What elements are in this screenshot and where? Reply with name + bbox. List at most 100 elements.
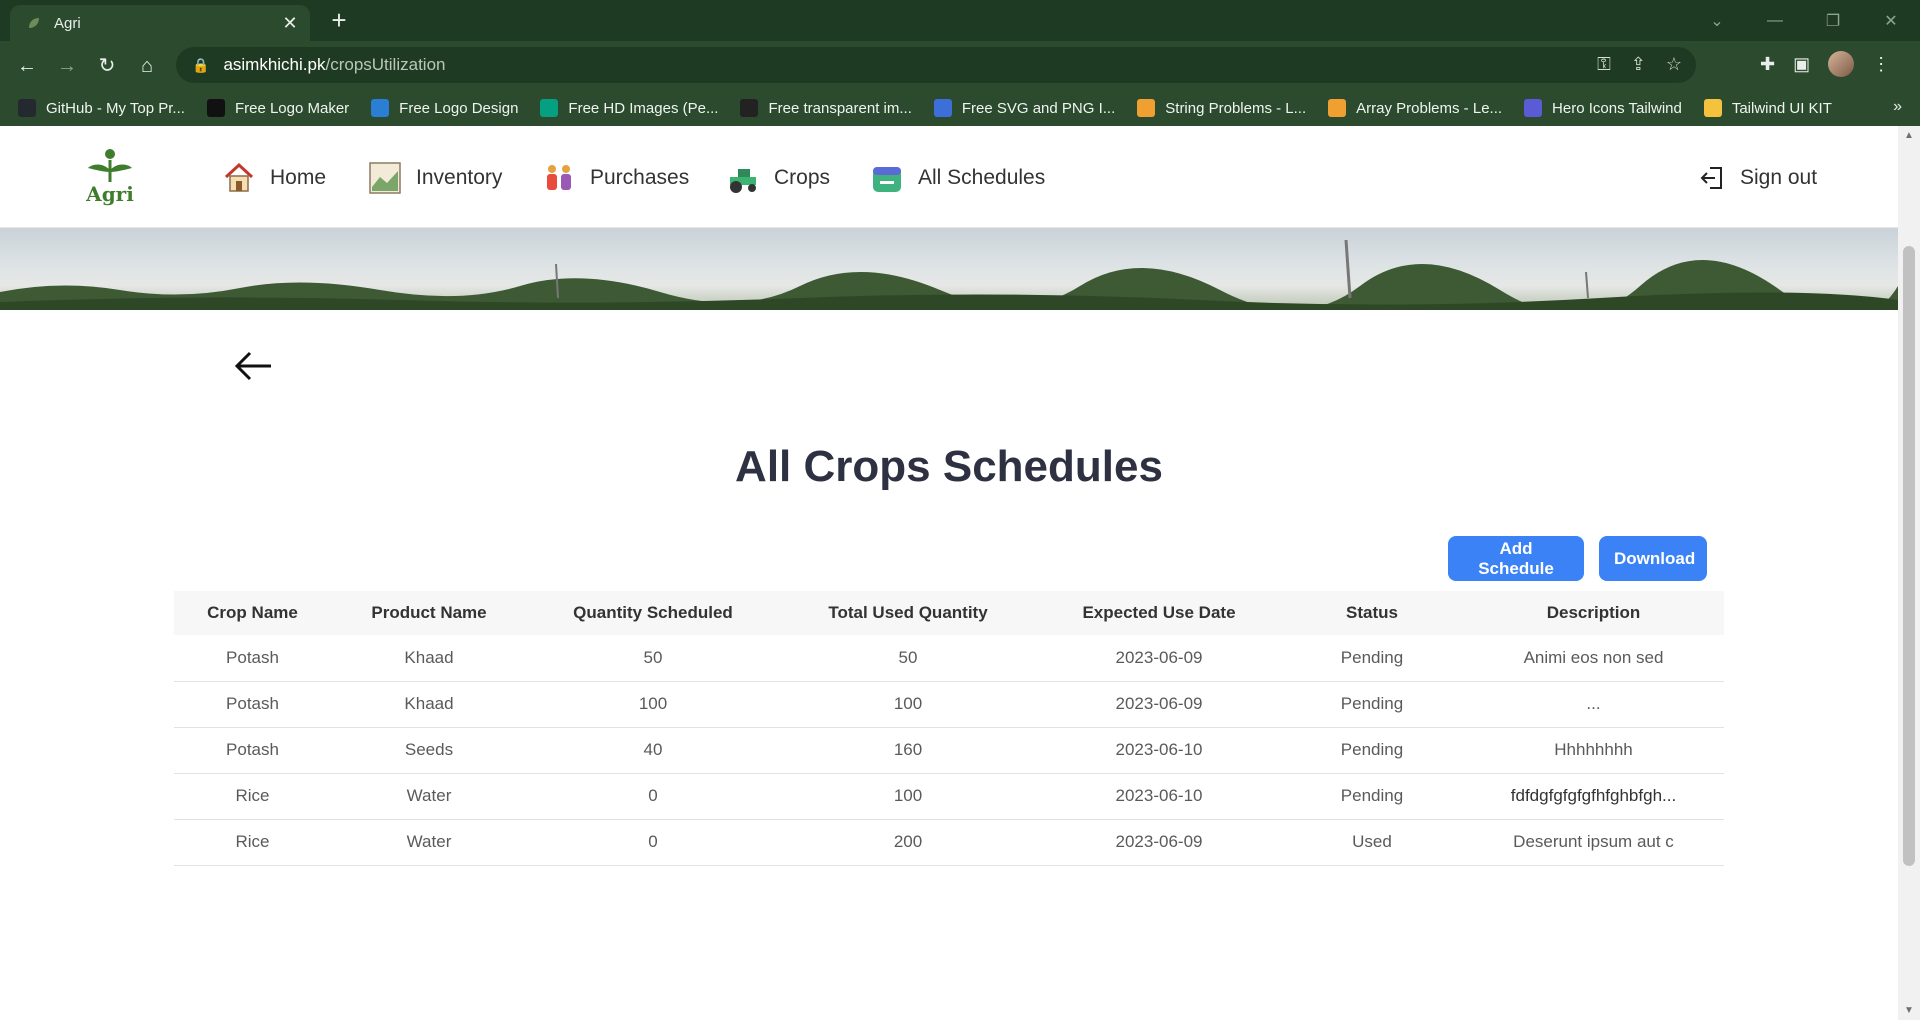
lock-icon[interactable]: 🔒: [192, 57, 209, 74]
add-schedule-button[interactable]: Add Schedule: [1448, 536, 1584, 581]
cell-total-used-quantity: 160: [779, 727, 1037, 774]
nav-home-label: Home: [270, 166, 327, 189]
omnibox-actions: ⚿ ⇪ ☆: [1597, 54, 1682, 75]
page-scrollbar[interactable]: ▲ ▼: [1898, 126, 1920, 1020]
bookmarks-bar: GitHub - My Top Pr... Free Logo Maker Fr…: [0, 90, 1920, 126]
bookmark-string-problems[interactable]: String Problems - L...: [1137, 99, 1306, 117]
cell-crop-name: Potash: [174, 727, 331, 774]
profile-avatar[interactable]: [1828, 51, 1855, 77]
download-button[interactable]: Download: [1599, 536, 1707, 581]
leetcode-icon: [1328, 99, 1347, 117]
cell-product-name: Water: [331, 819, 527, 866]
schedules-table: Crop Name Product Name Quantity Schedule…: [174, 591, 1724, 866]
cell-quantity-scheduled: 40: [527, 727, 779, 774]
nav-crops-label: Crops: [774, 166, 831, 189]
cell-quantity-scheduled: 100: [527, 681, 779, 728]
bookmark-github[interactable]: GitHub - My Top Pr...: [18, 99, 185, 117]
cell-product-name: Water: [331, 773, 527, 820]
table-row[interactable]: Potash Khaad 100 100 2023-06-09 Pending …: [174, 681, 1724, 728]
scrollbar-thumb[interactable]: [1903, 246, 1915, 866]
pexels-icon: [540, 99, 559, 117]
cell-total-used-quantity: 50: [779, 635, 1037, 682]
bookmark-tailwind-ui-kit[interactable]: Tailwind UI KIT: [1703, 99, 1832, 117]
sign-out-button[interactable]: Sign out: [1700, 160, 1817, 196]
nav-inventory[interactable]: Inventory: [368, 160, 502, 196]
forward-icon[interactable]: →: [52, 51, 82, 81]
cell-status: Used: [1281, 819, 1463, 866]
address-bar[interactable]: 🔒 asimkhichi.pk/cropsUtilization ⚿ ⇪ ☆: [176, 47, 1696, 83]
tab-close-icon[interactable]: ✕: [280, 13, 300, 33]
scroll-up-icon[interactable]: ▲: [1898, 130, 1920, 141]
bookmark-logo-maker[interactable]: Free Logo Maker: [206, 99, 349, 117]
bookmark-transparent-images[interactable]: Free transparent im...: [740, 99, 912, 117]
page-viewport: Agri Home Inventory Purchases Crops All …: [0, 126, 1898, 1020]
browser-tab[interactable]: Agri ✕: [10, 5, 310, 41]
logo-text: Agri: [86, 182, 134, 206]
logo-maker-icon: [206, 99, 225, 117]
close-window-icon[interactable]: ✕: [1862, 11, 1920, 31]
col-quantity-scheduled: Quantity Scheduled: [573, 603, 733, 622]
bookmark-array-problems[interactable]: Array Problems - Le...: [1328, 99, 1502, 117]
sprout-icon: [88, 149, 132, 182]
bookmark-logo-design[interactable]: Free Logo Design: [371, 99, 518, 117]
restore-icon[interactable]: ❐: [1804, 11, 1862, 31]
rocket-icon: [1703, 99, 1722, 117]
hero-banner-image: [0, 228, 1898, 310]
tab-search-icon[interactable]: ⌄: [1688, 11, 1746, 31]
bookmark-svg-png[interactable]: Free SVG and PNG I...: [933, 99, 1115, 117]
bookmarks-overflow-icon[interactable]: »: [1893, 98, 1902, 116]
reload-icon[interactable]: ↻: [92, 51, 122, 81]
cell-quantity-scheduled: 0: [527, 819, 779, 866]
table-row[interactable]: Potash Khaad 50 50 2023-06-09 Pending An…: [174, 635, 1724, 682]
cell-total-used-quantity: 100: [779, 681, 1037, 728]
nav-crops[interactable]: Crops: [726, 160, 830, 196]
flag-icon: [1524, 99, 1543, 117]
back-arrow-icon[interactable]: [234, 346, 274, 386]
side-panel-icon[interactable]: ▣: [1793, 54, 1810, 75]
new-tab-icon[interactable]: +: [325, 7, 353, 35]
cell-crop-name: Potash: [174, 635, 331, 682]
cell-status: Pending: [1281, 635, 1463, 682]
puzzle-icon[interactable]: ✚: [1760, 54, 1775, 75]
cell-description: Hhhhhhhh: [1463, 727, 1724, 774]
svgrepo-icon: [933, 99, 952, 117]
cell-description: fdfdgfgfgfgfhfghbfgh...: [1463, 773, 1724, 820]
scroll-down-icon[interactable]: ▼: [1898, 1005, 1920, 1016]
window-controls: ⌄ — ❐ ✕: [1688, 0, 1920, 41]
cell-total-used-quantity: 200: [779, 819, 1037, 866]
key-icon[interactable]: ⚿: [1597, 54, 1611, 75]
star-icon[interactable]: ☆: [1666, 54, 1682, 75]
cell-status: Pending: [1281, 773, 1463, 820]
cell-expected-use-date: 2023-06-09: [1037, 635, 1281, 682]
menu-icon[interactable]: ⋮: [1872, 54, 1890, 75]
cell-quantity-scheduled: 50: [527, 635, 779, 682]
back-icon[interactable]: ←: [12, 51, 42, 81]
page-title: All Crops Schedules: [735, 442, 1163, 491]
table-row[interactable]: Rice Water 0 100 2023-06-10 Pending fdfd…: [174, 773, 1724, 820]
share-icon[interactable]: ⇪: [1631, 54, 1646, 75]
bookmark-hd-images[interactable]: Free HD Images (Pe...: [540, 99, 718, 117]
table-row[interactable]: Potash Seeds 40 160 2023-06-10 Pending H…: [174, 727, 1724, 774]
nav-purchases[interactable]: Purchases: [542, 160, 689, 196]
bookmark-hero-icons[interactable]: Hero Icons Tailwind: [1524, 99, 1682, 117]
cell-crop-name: Potash: [174, 681, 331, 728]
nav-home[interactable]: Home: [222, 160, 326, 196]
col-product-name: Product Name: [371, 603, 487, 622]
table-row[interactable]: Rice Water 0 200 2023-06-09 Used Deserun…: [174, 819, 1724, 866]
cell-product-name: Seeds: [331, 727, 527, 774]
agri-logo[interactable]: Agri: [82, 148, 138, 208]
png-icon: [740, 99, 759, 117]
tab-title: Agri: [54, 14, 81, 32]
leetcode-icon: [1137, 99, 1156, 117]
nav-all-schedules[interactable]: All Schedules: [870, 160, 1045, 196]
col-crop-name: Crop Name: [207, 603, 298, 622]
cell-expected-use-date: 2023-06-10: [1037, 727, 1281, 774]
minimize-icon[interactable]: —: [1746, 12, 1804, 30]
leaf-favicon-icon: [29, 18, 39, 28]
calendar-icon: [873, 167, 901, 192]
site-navbar: Agri Home Inventory Purchases Crops All …: [0, 126, 1898, 228]
home-icon[interactable]: ⌂: [132, 51, 162, 81]
cell-crop-name: Rice: [174, 819, 331, 866]
nav-purchases-label: Purchases: [590, 166, 690, 189]
col-total-used-quantity: Total Used Quantity: [828, 603, 988, 622]
